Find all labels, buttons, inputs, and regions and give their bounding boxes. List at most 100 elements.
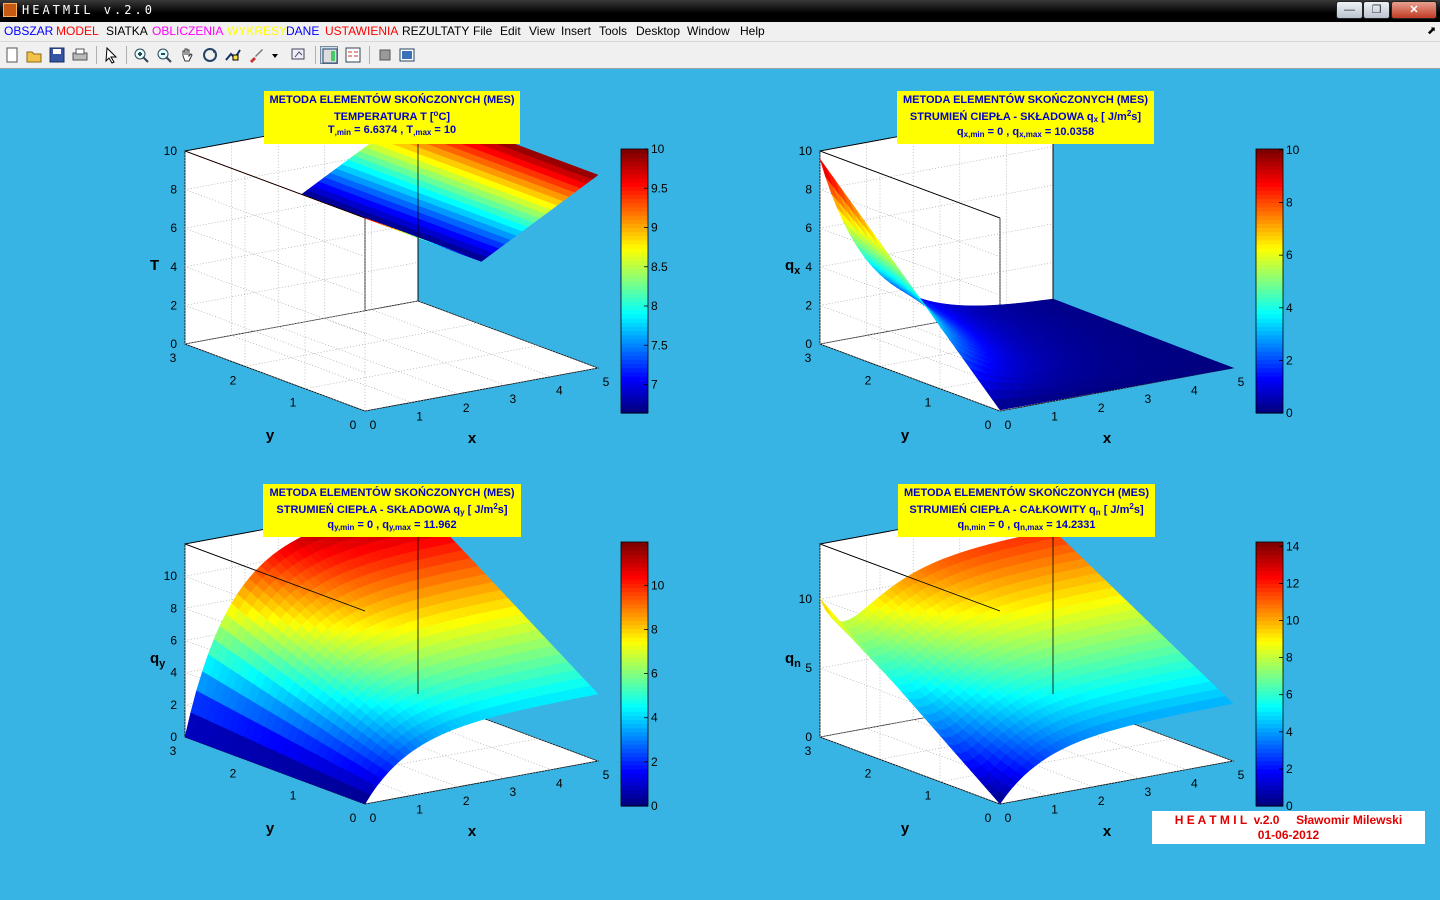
colorbar-band [621,248,648,253]
z-tick-label: 0 [170,730,177,744]
colorbar-band [1256,665,1283,671]
colorbar-band [1256,797,1283,803]
z-tick-label: 10 [164,144,178,158]
colorbar-band [621,363,648,369]
colorbar-band [1256,355,1283,360]
surface-plot-4: 01234501230510xyqn02468101214 [785,500,1300,840]
colorbar-band [1256,239,1283,245]
colorbar-band [1256,338,1283,344]
colorbar-band [1256,256,1283,261]
colorbar-band [1256,612,1283,617]
colorbar-band [1256,603,1283,609]
colorbar-band [1256,789,1283,795]
y-axis-label: y [901,427,910,444]
colorbar-band [1256,694,1283,700]
colorbar-band [621,570,648,576]
plots-canvas: 01234501230246810xyT77.588.599.510012345… [150,107,1300,840]
colorbar-band [621,206,648,212]
colorbar-band [1256,719,1283,725]
z-axis-label-sub: n [794,658,801,670]
colorbar-band [621,281,648,286]
colorbar-band [1256,682,1283,687]
colorbar-band [1256,686,1283,692]
colorbar-band [621,620,648,626]
colorbar-band [621,781,648,786]
colorbar-band [621,318,648,323]
colorbar-band [1256,591,1283,597]
colorbar-band [621,669,648,675]
colorbar-band [621,301,648,307]
y-tick-label: 2 [865,766,872,780]
z-tick-label: 2 [170,298,177,312]
colorbar-band [621,202,648,208]
colorbar-band [621,404,648,410]
credit-box: H E A T M I L v.2.0 Sławomir Milewski 01… [1152,811,1425,844]
colorbar-band [1256,281,1283,286]
colorbar-band [621,264,648,270]
z-tick-label: 5 [805,661,812,675]
colorbar-band [1256,363,1283,369]
surface-plot-1: 01234501230246810xyT77.588.599.510 [150,107,668,447]
colorbar-band [1256,707,1283,712]
y-tick-label: 3 [170,351,177,365]
colorbar-band [1256,396,1283,402]
colorbar-band [621,773,648,778]
colorbar-band [621,268,648,274]
colorbar-band [621,231,648,237]
colorbar-band [621,182,648,187]
colorbar-band [1256,657,1283,663]
colorbar-band [621,603,648,609]
colorbar-band [1256,173,1283,179]
colorbar-band [621,169,648,175]
y-axis-label: y [266,820,275,837]
z-axis-label-sub: x [794,265,801,277]
colorbar-tick-label: 9.5 [651,181,668,195]
x-tick-label: 0 [1005,418,1012,432]
colorbar-band [1256,248,1283,253]
z-axis-label-sub: y [159,658,166,670]
colorbar-band [1256,608,1283,613]
colorbar-band [621,227,648,233]
colorbar-band [621,793,648,799]
y-tick-label: 0 [350,418,357,432]
plot-title-box-2: METODA ELEMENTÓW SKOŃCZONYCH (MES) STRUMI… [897,91,1154,144]
colorbar-band [1256,342,1283,348]
colorbar-tick-label: 2 [1286,353,1293,367]
colorbar-band [1256,616,1283,621]
colorbar-band [621,392,648,398]
colorbar-band [1256,711,1283,716]
colorbar-band [1256,272,1283,278]
colorbar-band [621,342,648,348]
colorbar-band [621,173,648,179]
x-tick-label: 5 [603,768,610,782]
plot-title-box-3: METODA ELEMENTÓW SKOŃCZONYCH (MES) STRUMI… [263,484,521,537]
colorbar-band [621,711,648,716]
colorbar-band [1256,653,1283,659]
x-tick-label: 1 [1051,409,1058,423]
colorbar-band [621,686,648,692]
colorbar: 0 2 4 6 8 10 [1255,143,1300,420]
colorbar-band [621,678,648,683]
colorbar-band [621,235,648,241]
z-tick-label: 6 [170,221,177,235]
colorbar-band [621,161,648,167]
colorbar-band [621,612,648,617]
colorbar-band [621,583,648,588]
colorbar-band [621,215,648,220]
colorbar-band [1256,575,1283,580]
colorbar-band [621,566,648,572]
z-tick-label: 4 [170,260,177,274]
plot-title-line3: qn,min = 0 , qn,max = 14.2331 [957,519,1096,532]
plot-title-line1: METODA ELEMENTÓW SKOŃCZONYCH (MES) [902,94,1149,106]
x-tick-label: 2 [1098,794,1105,808]
colorbar-band [621,384,648,389]
colorbar-band [1256,314,1283,319]
colorbar-band [1256,723,1283,729]
colorbar-band [621,785,648,791]
colorbar-band [1256,375,1283,381]
x-axis-label: x [468,823,477,840]
colorbar-band [1256,620,1283,626]
colorbar-band [621,694,648,700]
y-tick-label: 3 [805,744,812,758]
colorbar-band [621,595,648,601]
